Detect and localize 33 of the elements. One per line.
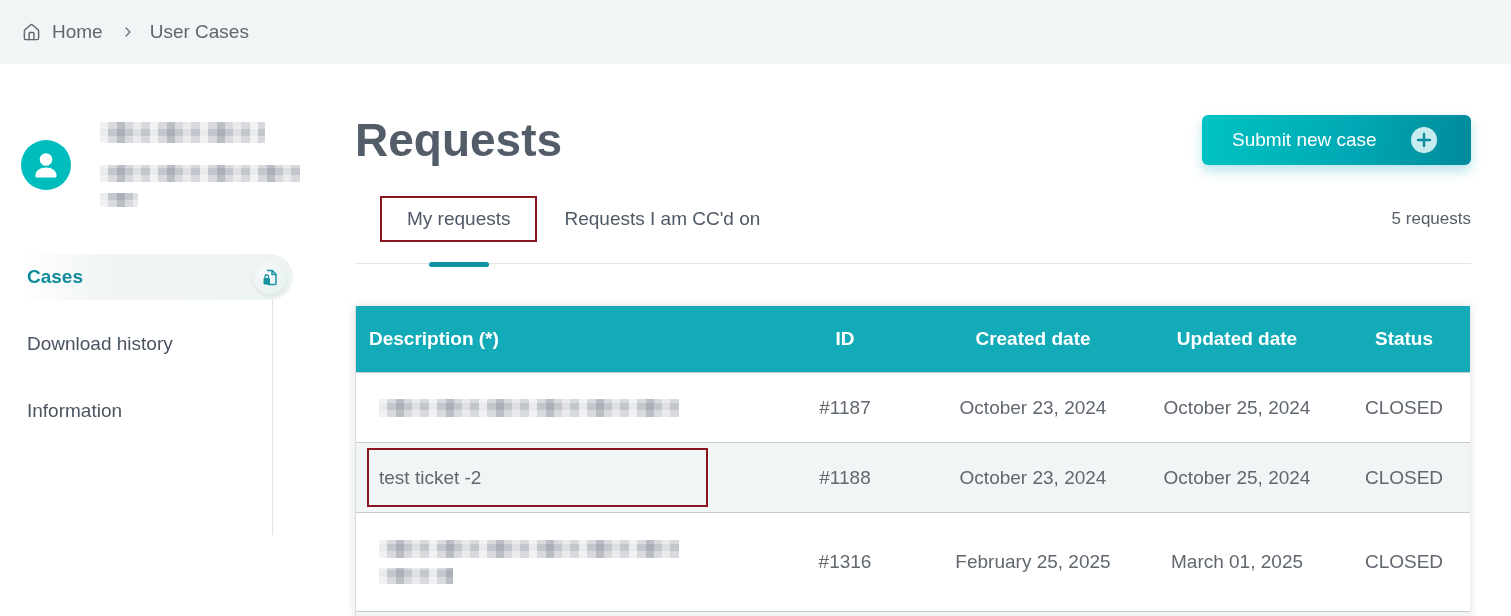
table-cell-text: #1188 xyxy=(818,465,872,490)
tab[interactable]: My requests xyxy=(380,196,538,242)
document-icon xyxy=(253,260,287,294)
column-header: Updated date xyxy=(1175,327,1299,351)
plus-circle-icon xyxy=(1411,127,1437,153)
home-icon xyxy=(22,22,41,42)
user-avatar-icon xyxy=(21,139,71,190)
table-cell-text: CLOSED xyxy=(1363,465,1445,490)
table-cell-text: October 25, 2024 xyxy=(1162,465,1312,490)
column-header: Created date xyxy=(974,327,1092,351)
table-cell: test ticket -2 xyxy=(379,466,482,489)
table-cell-text: #1187 xyxy=(818,395,872,420)
breadcrumb-current: User Cases xyxy=(149,21,249,43)
table-row[interactable]: #1316 February 25, 2025 March 01, 2025 CLOSED xyxy=(356,512,1470,611)
table-cell-text: October 23, 2024 xyxy=(958,395,1108,420)
table-cell-text: CLOSED xyxy=(1363,395,1445,420)
table-cell-text: February 25, 2025 xyxy=(954,550,1112,574)
table-cell-text: CLOSED xyxy=(1363,550,1445,574)
home-link[interactable]: Home xyxy=(22,21,103,43)
request-count: 5 requests xyxy=(1391,208,1471,230)
column-header: Status xyxy=(1373,327,1435,351)
sidebar-item[interactable]: Download history xyxy=(20,321,293,367)
table-cell-text: March 01, 2025 xyxy=(1170,550,1304,574)
tab[interactable]: Requests I am CC'd on xyxy=(537,196,788,242)
page-title: Requests xyxy=(355,113,563,168)
table-cell-text: October 25, 2024 xyxy=(1162,395,1312,420)
table-cell-text: #1316 xyxy=(817,550,873,574)
table-row[interactable]: test ticket -2 #1188 October 23, 2024 October 25, 2024 CLOSED xyxy=(356,442,1470,512)
column-header: Description (*) xyxy=(368,327,500,351)
table-cell-text: October 23, 2024 xyxy=(958,465,1108,490)
table-row[interactable]: #1187 October 23, 2024 October 25, 2024 CLOSED xyxy=(356,372,1470,442)
column-header: ID xyxy=(834,327,856,351)
sidebar-item[interactable]: Information xyxy=(20,388,293,434)
